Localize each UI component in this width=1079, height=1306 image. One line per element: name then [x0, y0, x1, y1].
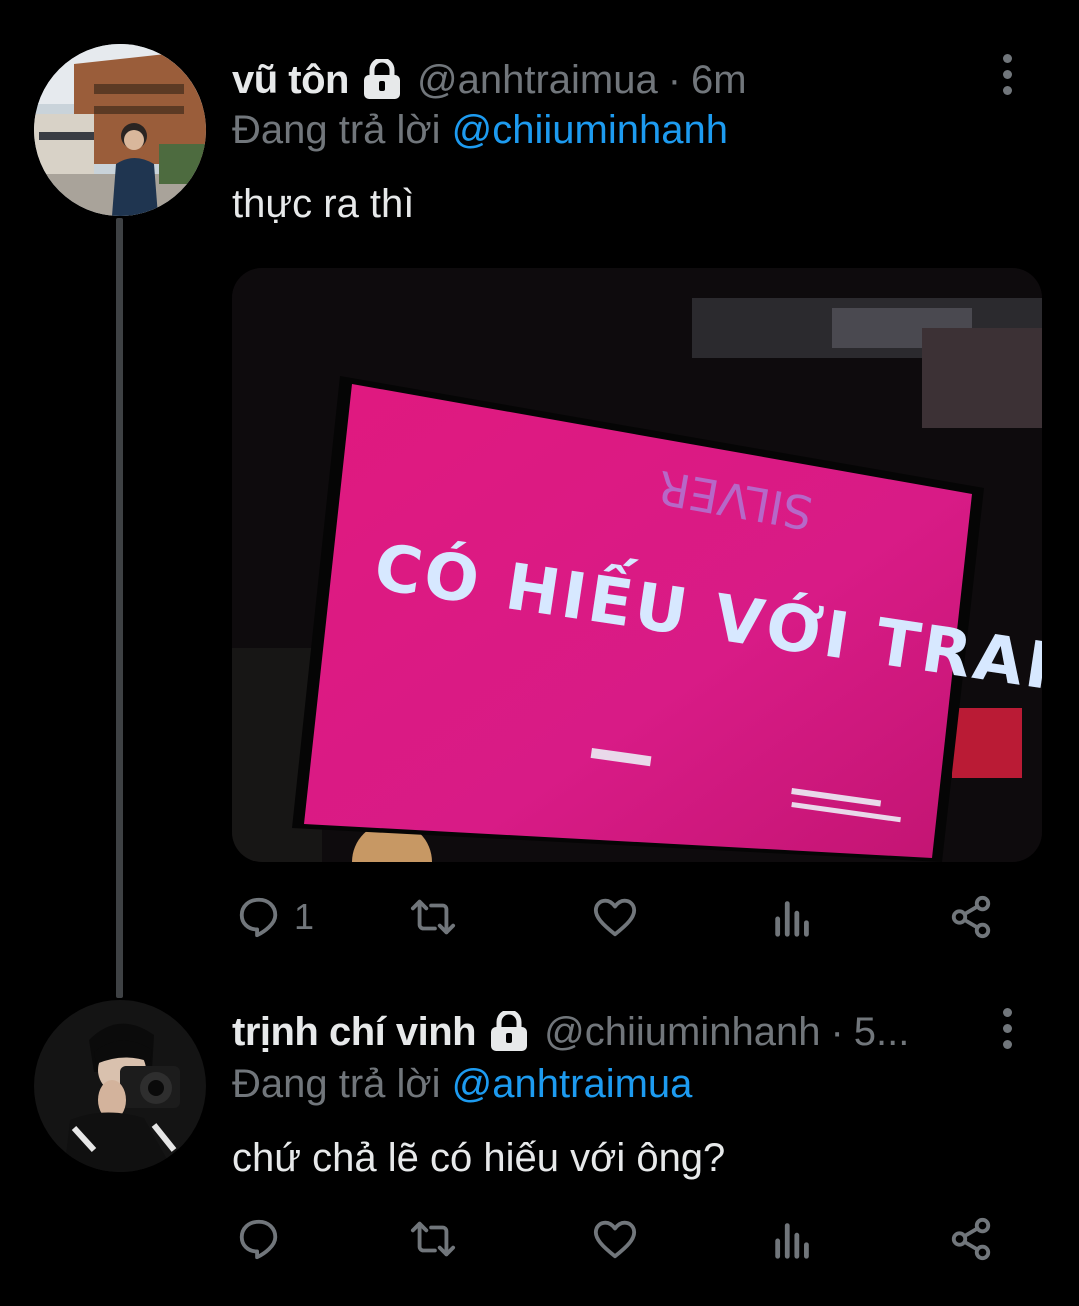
analytics-icon	[775, 901, 809, 937]
timestamp[interactable]: 5...	[854, 1010, 910, 1055]
display-name[interactable]: trịnh chí vinh	[232, 1010, 477, 1055]
share-button[interactable]	[948, 882, 994, 952]
replying-to: Đang trả lời @chiiuminhanh	[232, 108, 728, 153]
share-icon	[951, 895, 991, 939]
mention-link[interactable]: @anhtraimua	[452, 1062, 693, 1106]
tweet-text: thực ra thì	[232, 182, 415, 226]
replying-to-label: Đang trả lời	[232, 108, 441, 152]
tweet-text: chứ chả lẽ có hiếu với ông?	[232, 1136, 726, 1180]
like-button[interactable]	[592, 882, 638, 952]
separator-dot: ·	[830, 1009, 844, 1054]
reply-icon	[239, 1219, 278, 1260]
reply-button[interactable]	[236, 1204, 294, 1274]
retweet-button[interactable]	[410, 882, 456, 952]
tweet-1[interactable]: vũ tôn @anhtraimua · 6m Đang trả lời @ch…	[0, 0, 1079, 990]
like-icon	[593, 1220, 637, 1259]
retweet-button[interactable]	[410, 1204, 456, 1274]
share-button[interactable]	[948, 1204, 994, 1274]
tweet-actions	[232, 1204, 1012, 1274]
reply-icon	[239, 897, 278, 938]
lock-icon	[488, 1009, 530, 1053]
tweet-header: trịnh chí vinh @chiiuminhanh · 5...	[232, 1002, 909, 1062]
more-icon[interactable]	[987, 44, 1027, 104]
retweet-icon	[410, 899, 456, 935]
tweet-image[interactable]: SILVER CÓ HIẾU VỚI TRAI.	[232, 268, 1042, 862]
reply-count: 1	[294, 896, 315, 937]
user-handle[interactable]: @anhtraimua	[417, 58, 658, 103]
reply-button[interactable]: 1	[236, 882, 314, 952]
mention-link[interactable]: @chiiuminhanh	[452, 108, 728, 152]
separator-dot: ·	[667, 57, 682, 102]
analytics-button[interactable]	[770, 1204, 816, 1274]
tweet-actions: 1	[232, 882, 1012, 952]
replying-to: Đang trả lời @anhtraimua	[232, 1062, 692, 1107]
user-handle[interactable]: @chiiuminhanh	[544, 1010, 820, 1055]
avatar[interactable]	[34, 1000, 206, 1172]
display-name[interactable]: vũ tôn	[232, 58, 349, 103]
lock-icon	[361, 57, 403, 101]
like-button[interactable]	[592, 1204, 638, 1274]
avatar[interactable]	[34, 44, 206, 216]
tweet-2[interactable]: trịnh chí vinh @chiiuminhanh · 5... Đang…	[0, 990, 1079, 1306]
timestamp[interactable]: 6m	[691, 58, 747, 103]
tweet-header: vũ tôn @anhtraimua · 6m	[232, 50, 747, 110]
more-icon[interactable]	[987, 998, 1027, 1058]
replying-to-label: Đang trả lời	[232, 1062, 441, 1106]
share-icon	[951, 1217, 991, 1261]
retweet-icon	[410, 1221, 456, 1257]
analytics-icon	[775, 1223, 809, 1259]
like-icon	[593, 898, 637, 937]
analytics-button[interactable]	[770, 882, 816, 952]
